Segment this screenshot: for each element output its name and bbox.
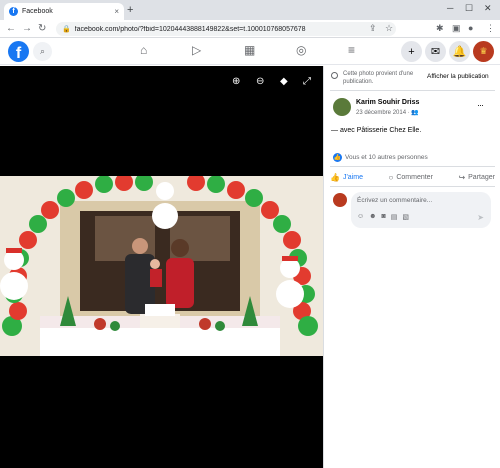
tagged-page-link[interactable]: Pâtisserie Chez Elle (357, 127, 420, 134)
sticker-icon[interactable]: ▧ (402, 213, 409, 221)
send-icon[interactable]: ➤ (477, 213, 484, 222)
tag-icon[interactable]: ◆ (280, 76, 288, 87)
avatar-sticker-icon[interactable]: ☺ (357, 213, 364, 221)
tagged-with: — avec Pâtisserie Chez Elle. (331, 127, 421, 134)
author-name[interactable]: Karim Souhir Driss (356, 99, 419, 106)
messenger-icon[interactable]: ✉ (425, 41, 446, 62)
minimize-icon[interactable]: ─ (447, 3, 453, 13)
thumbs-up-icon: 👍 (330, 172, 340, 182)
browser-toolbar: ← → ↻ 🔒 facebook.com/photo/?fbid=1020444… (0, 20, 500, 38)
comment-tools: ☺ ☻ ◙ ▤ ▧ (357, 213, 414, 221)
notifications-bell-icon[interactable]: 🔔 (449, 41, 470, 62)
marketplace-icon[interactable]: ▦ (244, 43, 255, 57)
post-details-panel: Cette photo provient d'une publication. … (323, 66, 500, 468)
facebook-favicon-icon: f (9, 7, 18, 16)
browser-tab[interactable]: f Facebook × (4, 3, 124, 20)
new-tab-button[interactable]: + (127, 4, 133, 16)
divider (330, 166, 495, 167)
like-button[interactable]: 👍 J'aime (330, 170, 363, 184)
reload-icon[interactable]: ↻ (38, 23, 46, 34)
fullscreen-icon[interactable]: ⤢ (303, 76, 311, 87)
profile-avatar[interactable]: ♛ (473, 41, 494, 62)
watch-icon[interactable]: ▷ (192, 43, 201, 57)
share-label: Partager (468, 173, 495, 181)
friends-audience-icon: 👥 (411, 110, 419, 116)
tab-close-icon[interactable]: × (114, 7, 119, 16)
share-icon: ↪ (458, 172, 466, 182)
tab-title: Facebook (22, 8, 53, 15)
zoom-in-icon[interactable]: ⊕ (232, 76, 240, 87)
show-post-link[interactable]: Afficher la publication (427, 73, 489, 80)
create-plus-icon[interactable]: + (401, 41, 422, 62)
tagged-with-suffix: . (419, 127, 422, 134)
groups-icon[interactable]: ◎ (296, 43, 306, 57)
url-text: facebook.com/photo/?fbid=102044438881498… (74, 25, 306, 33)
comment-icon: ○ (388, 172, 394, 182)
camera-icon[interactable]: ◙ (382, 213, 386, 221)
photo-image (0, 176, 323, 356)
post-actions: 👍 J'aime ○ Commenter ↪ Partager (330, 170, 495, 184)
reactions-summary[interactable]: 👍 Vous et 10 autres personnes (333, 153, 428, 162)
forward-arrow-icon[interactable]: → (22, 23, 32, 34)
browser-tabbar: f Facebook × + ─ ☐ ✕ (0, 0, 500, 20)
extensions-icon[interactable]: ✱ (436, 23, 444, 34)
back-arrow-icon[interactable]: ← (6, 23, 16, 34)
comment-label: Commenter (396, 173, 433, 181)
main-photo[interactable] (0, 176, 323, 356)
comment-input[interactable]: Écrivez un commentaire... ☺ ☻ ◙ ▤ ▧ ➤ (351, 192, 491, 228)
author-avatar[interactable] (333, 98, 351, 116)
browser-menu-icon[interactable]: ⋮ (486, 23, 495, 34)
profile-icon[interactable]: ● (468, 23, 473, 33)
post-date[interactable]: 23 décembre 2014 · 👥 (356, 109, 419, 116)
post-date-text: 23 décembre 2014 · (356, 110, 412, 116)
gif-icon[interactable]: ▤ (391, 213, 398, 221)
more-options-icon[interactable]: ··· (477, 100, 484, 110)
comment-button[interactable]: ○ Commenter (389, 170, 433, 184)
emoji-icon[interactable]: ☻ (369, 213, 376, 221)
info-icon (331, 72, 338, 79)
comment-placeholder: Écrivez un commentaire... (357, 197, 433, 204)
bookmark-star-icon[interactable]: ☆ (385, 23, 393, 34)
like-reaction-icon: 👍 (333, 153, 342, 162)
divider (330, 186, 495, 187)
photo-source-note: Cette photo provient d'une publication. (343, 71, 414, 85)
close-window-icon[interactable]: ✕ (484, 3, 492, 14)
divider (330, 90, 495, 91)
share-button[interactable]: ↪ Partager (458, 170, 495, 184)
menu-icon[interactable]: ≡ (348, 43, 355, 57)
facebook-logo-icon[interactable]: f (8, 41, 29, 62)
photo-viewer: ⊕ ⊖ ◆ ⤢ (0, 66, 323, 468)
reactions-text: Vous et 10 autres personnes (345, 154, 428, 161)
address-bar[interactable]: 🔒 facebook.com/photo/?fbid=1020444388814… (56, 22, 396, 36)
home-icon[interactable]: ⌂ (140, 43, 147, 57)
share-page-icon[interactable]: ⇪ (369, 23, 377, 34)
zoom-out-icon[interactable]: ⊖ (256, 76, 264, 87)
tagged-with-prefix: — avec (331, 127, 357, 134)
side-panel-icon[interactable]: ▣ (452, 23, 461, 34)
lock-icon: 🔒 (62, 26, 71, 33)
maximize-icon[interactable]: ☐ (465, 3, 473, 14)
commenter-avatar[interactable] (333, 193, 347, 207)
facebook-header: f ⌕ ⌂ ▷ ▦ ◎ ≡ + ✉ 🔔 ♛ (0, 38, 500, 65)
like-label: J'aime (342, 173, 363, 181)
search-icon[interactable]: ⌕ (33, 42, 52, 61)
